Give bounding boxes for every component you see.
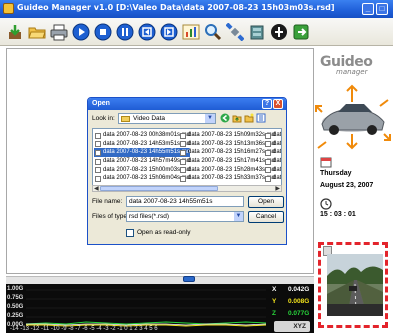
folder-icon: [121, 116, 130, 122]
file-item[interactable]: data 2007-08-23 15h17m41s.rsd: [179, 157, 275, 166]
camera-preview[interactable]: [318, 242, 388, 328]
x-axis-label: X: [272, 286, 277, 293]
up-folder-icon[interactable]: [232, 113, 242, 123]
file-item[interactable]: data 2007-08-23 14h53m51s.rsd: [94, 140, 190, 149]
look-in-value: Video Data: [133, 115, 166, 122]
graph-y-label: 1.00G: [7, 286, 24, 292]
z-axis-label: Z: [272, 310, 276, 317]
fast-forward-icon[interactable]: [160, 23, 178, 41]
file-column: data 2007-08-23 15h09m32s.rsd data 2007-…: [179, 131, 275, 183]
horizontal-scrollbar[interactable]: ◀ ▶: [92, 185, 282, 192]
file-item[interactable]: data 2007-08-23 15h13m36s.rsd: [179, 140, 275, 149]
back-icon[interactable]: [220, 113, 230, 123]
scrollbar-thumb[interactable]: [100, 186, 218, 191]
file-type-value: rsd files(*.rsd): [129, 213, 170, 220]
graph-y-label: 0.25G: [7, 313, 24, 319]
side-panel: Guideo manager Thursday August 23, 2007 …: [314, 48, 393, 333]
new-folder-icon[interactable]: [244, 113, 254, 123]
window-title: Guideo Manager v1.0 [D:\Valeo Data\data …: [17, 3, 335, 12]
maximize-button[interactable]: □: [376, 3, 388, 15]
y-axis-value: 0.008G: [288, 298, 310, 305]
read-only-checkbox[interactable]: [126, 229, 134, 237]
chevron-down-icon[interactable]: ▼: [205, 114, 215, 123]
date-full: August 23, 2007: [320, 182, 374, 189]
file-type-label: Files of type:: [92, 213, 129, 220]
dialog-title-bar: Open: [88, 98, 286, 110]
file-name-input[interactable]: data 2007-08-23 14h55m51s: [126, 196, 244, 207]
graph-y-label: 0.75G: [7, 295, 24, 301]
open-dialog: Open ? X Look in: Video Data ▼ data 2007…: [87, 97, 287, 245]
file-item[interactable]: dat: [264, 166, 281, 175]
file-item[interactable]: data 2007-08-23 15h16m27s.rsd: [179, 148, 275, 157]
print-icon[interactable]: [50, 23, 68, 41]
acceleration-graph: 1.00G 0.75G 0.50G 0.25G 0.00G -14 -13 -1…: [6, 284, 314, 333]
dialog-title: Open: [92, 100, 110, 107]
file-column: dat dat dat dat dat dat: [264, 131, 281, 183]
file-item[interactable]: dat: [264, 131, 281, 140]
timeline-slider[interactable]: [6, 276, 314, 284]
file-list[interactable]: data 2007-08-23 00h38m01s.rsd data 2007-…: [92, 128, 282, 191]
stop-icon[interactable]: [94, 23, 112, 41]
pause-icon[interactable]: [116, 23, 134, 41]
cancel-button[interactable]: Cancel: [248, 211, 284, 223]
scroll-right-icon[interactable]: ▶: [275, 185, 280, 192]
look-in-select[interactable]: Video Data ▼: [118, 113, 216, 124]
file-item[interactable]: dat: [264, 148, 281, 157]
graph-y-label: 0.50G: [7, 304, 24, 310]
file-column: data 2007-08-23 00h38m01s.rsd data 2007-…: [94, 131, 191, 183]
car-orientation-icon: [314, 82, 393, 158]
look-in-label: Look in:: [92, 115, 115, 122]
file-item[interactable]: data 2007-08-23 14h57m49s.rsd: [94, 157, 190, 166]
close-button[interactable]: X: [273, 99, 283, 109]
file-item[interactable]: data 2007-08-23 15h28m43s.rsd: [179, 166, 275, 175]
play-icon[interactable]: [72, 23, 90, 41]
timeline-slider-thumb[interactable]: [183, 276, 195, 282]
file-item[interactable]: data 2007-08-23 15h09m32s.rsd: [179, 131, 275, 140]
chevron-down-icon[interactable]: ▼: [234, 212, 243, 221]
graph-x-ticks: -14 -13 -12 -11 -10 -9 -8 -7 -6 -5 -4 -3…: [10, 326, 158, 332]
chart-icon[interactable]: [182, 23, 200, 41]
toolbar: [0, 18, 393, 46]
file-item[interactable]: dat: [264, 157, 281, 166]
archive-icon[interactable]: [248, 23, 266, 41]
exit-icon[interactable]: [292, 23, 310, 41]
file-item[interactable]: data 2007-08-23 15h00m03s.rsd: [94, 166, 190, 175]
file-item-selected[interactable]: data 2007-08-23 14h55m51s.rsd: [94, 148, 191, 158]
import-icon[interactable]: [6, 23, 24, 41]
time-display: 15 : 03 : 01: [320, 211, 356, 218]
satellite-icon[interactable]: [226, 23, 244, 41]
clock-icon: [320, 198, 332, 210]
calendar-icon: [320, 156, 332, 168]
file-item[interactable]: data 2007-08-23 00h38m01s.rsd: [94, 131, 190, 140]
file-item[interactable]: dat: [264, 140, 281, 149]
open-button[interactable]: Open: [248, 196, 284, 208]
open-folder-icon[interactable]: [28, 23, 46, 41]
search-icon[interactable]: [204, 23, 222, 41]
title-bar: Guideo Manager v1.0 [D:\Valeo Data\data …: [0, 0, 393, 18]
file-name-label: File name:: [92, 198, 123, 205]
app-icon: [3, 3, 14, 14]
guideo-logo: Guideo manager: [320, 54, 373, 76]
logo-sub: manager: [336, 68, 368, 76]
road-camera-image: [327, 254, 383, 316]
read-only-label: Open as read-only: [137, 229, 191, 236]
file-item[interactable]: dat: [264, 174, 281, 183]
view-menu-icon[interactable]: [256, 113, 266, 123]
y-axis-label: Y: [272, 298, 277, 305]
info-icon[interactable]: [270, 23, 288, 41]
rewind-icon[interactable]: [138, 23, 156, 41]
scroll-left-icon[interactable]: ◀: [94, 185, 99, 192]
help-button[interactable]: ?: [262, 99, 272, 109]
file-type-select[interactable]: rsd files(*.rsd) ▼: [126, 211, 244, 222]
minimize-button[interactable]: _: [362, 3, 374, 15]
xyz-badge: XYZ: [274, 321, 310, 332]
date-day: Thursday: [320, 170, 352, 177]
file-item[interactable]: data 2007-08-23 15h06m04s.rsd: [94, 174, 190, 183]
z-axis-value: 0.077G: [288, 310, 310, 317]
x-axis-value: 0.042G: [288, 286, 310, 293]
file-item[interactable]: data 2007-08-23 15h33m37s.rsd: [179, 174, 275, 183]
